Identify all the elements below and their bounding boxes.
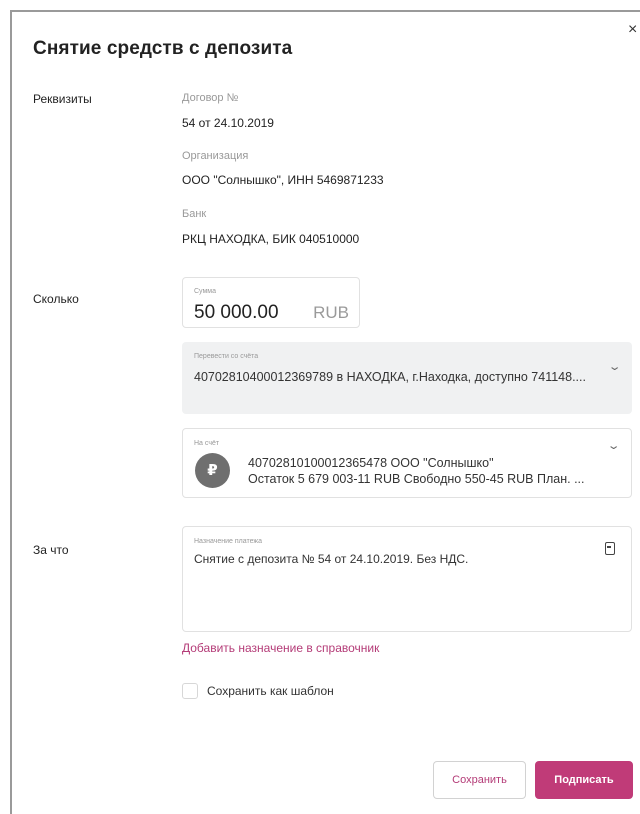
window-top-border [10, 10, 640, 12]
dialog-title: Снятие средств с депозита [33, 38, 293, 59]
to-account-balance: Остаток 5 679 003-11 RUB Свободно 550-45… [248, 472, 585, 486]
bank-label: Банк [182, 208, 207, 220]
from-account-value: 40702810400012369789 в НАХОДКА, г.Находк… [194, 370, 586, 384]
payment-purpose-label: Назначение платежа [194, 538, 262, 545]
chevron-down-icon[interactable]: ⌄ [607, 360, 621, 373]
save-button[interactable]: Сохранить [433, 761, 526, 799]
organization-label: Организация [182, 150, 249, 162]
payment-purpose-field[interactable]: Назначение платежа Снятие с депозита № 5… [182, 526, 632, 632]
amount-currency: RUB [313, 303, 349, 322]
payment-purpose-value[interactable]: Снятие с депозита № 54 от 24.10.2019. Бе… [194, 552, 468, 566]
to-account-select[interactable]: На счёт ₽ 40702810100012365478 ООО "Солн… [182, 428, 632, 498]
save-template-checkbox[interactable] [182, 683, 198, 699]
section-label-purpose: За что [33, 543, 69, 557]
save-template-label[interactable]: Сохранить как шаблон [207, 684, 334, 698]
book-icon[interactable] [605, 542, 615, 555]
section-label-requisites: Реквизиты [33, 92, 92, 106]
amount-input[interactable]: Сумма 50 000.00 RUB [182, 277, 360, 328]
ruble-icon: ₽ [195, 453, 230, 488]
to-account-number: 40702810100012365478 ООО "Солнышко" [248, 456, 494, 470]
amount-label: Сумма [194, 288, 216, 295]
bank-value: РКЦ НАХОДКА, БИК 040510000 [182, 232, 360, 246]
from-account-label: Перевести со счёта [194, 353, 259, 360]
organization-value: ООО "Солнышко", ИНН 5469871233 [182, 173, 384, 187]
add-to-directory-link[interactable]: Добавить назначение в справочник [182, 641, 379, 655]
window-left-border [10, 10, 12, 814]
close-icon[interactable]: × [628, 22, 637, 38]
sign-button[interactable]: Подписать [535, 761, 633, 799]
contract-label: Договор № [182, 92, 239, 104]
contract-value: 54 от 24.10.2019 [182, 116, 274, 130]
amount-value[interactable]: 50 000.00 [194, 302, 279, 324]
to-account-label: На счёт [194, 440, 220, 447]
section-label-how-much: Сколько [33, 292, 79, 306]
chevron-down-icon[interactable]: ⌄ [606, 439, 620, 452]
from-account-select[interactable]: Перевести со счёта 40702810400012369789 … [182, 342, 632, 414]
